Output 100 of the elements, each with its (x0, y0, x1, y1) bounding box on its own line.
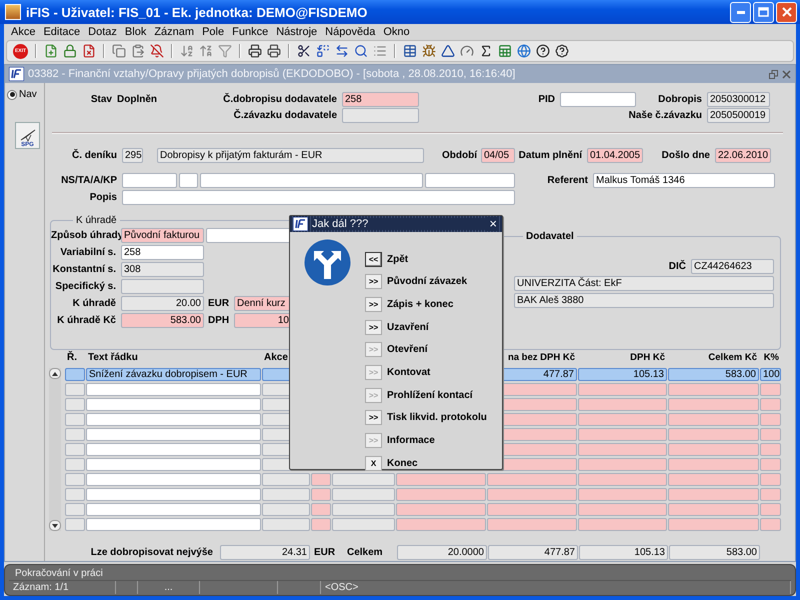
action-button[interactable]: >> (365, 296, 382, 312)
printer-icon[interactable] (248, 44, 262, 58)
swap-icon[interactable] (335, 44, 349, 58)
input-field[interactable]: 2050500019 (707, 108, 770, 123)
table-cell[interactable] (311, 518, 331, 531)
sort-ascending-icon[interactable] (180, 44, 194, 58)
table-cell[interactable] (668, 383, 759, 396)
table-cell[interactable] (262, 488, 310, 501)
scroll-down-icon[interactable] (49, 520, 61, 531)
table-cell[interactable] (396, 518, 486, 531)
table-cell[interactable] (65, 428, 85, 441)
action-button[interactable]: >> (365, 274, 382, 290)
minimize-button[interactable] (730, 2, 751, 22)
input-field[interactable]: 295 (122, 148, 143, 163)
table-cell[interactable] (760, 473, 781, 486)
table-cell[interactable] (668, 443, 759, 456)
table-cell[interactable] (668, 428, 759, 441)
printer-icon[interactable] (267, 44, 281, 58)
action-button[interactable]: >> (365, 410, 382, 426)
input-field[interactable]: 2050300012 (707, 92, 770, 107)
input-field[interactable]: 24.31 (220, 545, 310, 560)
table-cell[interactable] (86, 383, 261, 396)
input-field[interactable]: 20.00 (121, 296, 204, 311)
table-cell[interactable] (760, 398, 781, 411)
maximize-button[interactable] (753, 2, 774, 22)
input-field[interactable]: 308 (121, 262, 204, 277)
replace-icon[interactable] (316, 44, 330, 58)
copy-icon[interactable] (112, 44, 126, 58)
table-cell[interactable] (332, 473, 395, 486)
table-cell[interactable] (487, 473, 577, 486)
input-field[interactable] (200, 173, 423, 188)
input-field[interactable]: 258 (121, 245, 204, 260)
filter-icon[interactable] (218, 44, 232, 58)
action-button[interactable]: >> (365, 320, 382, 335)
input-field[interactable]: 583.00 (121, 313, 204, 328)
table-cell[interactable] (396, 473, 486, 486)
help-icon[interactable] (536, 44, 550, 58)
input-field[interactable]: Dobropisy k přijatým fakturám - EUR (157, 148, 424, 163)
table-cell[interactable] (668, 473, 759, 486)
input-field[interactable]: BAK Aleš 3880 (514, 293, 774, 308)
table-icon[interactable] (403, 44, 417, 58)
list-icon[interactable] (373, 44, 387, 58)
input-field[interactable]: 258 (342, 92, 419, 107)
table-cell[interactable] (668, 488, 759, 501)
table-cell[interactable] (332, 518, 395, 531)
input-field[interactable]: UNIVERZITA Část: EkF (514, 276, 774, 291)
action-button[interactable]: X (365, 456, 382, 471)
table-cell[interactable] (65, 473, 85, 486)
input-field[interactable]: 22.06.2010 (715, 148, 771, 163)
table-cell[interactable] (65, 488, 85, 501)
table-cell[interactable] (578, 443, 667, 456)
input-field[interactable] (179, 173, 198, 188)
menu-item[interactable]: Nástroje (272, 26, 322, 38)
triangle-icon[interactable] (441, 44, 455, 58)
table-cell[interactable] (487, 518, 577, 531)
table-cell[interactable] (65, 413, 85, 426)
input-field[interactable]: Malkus Tomáš 1346 (593, 173, 775, 188)
restore-icon[interactable] (769, 70, 778, 78)
table-cell[interactable] (668, 458, 759, 471)
table-cell[interactable] (262, 503, 310, 516)
table-cell[interactable] (332, 503, 395, 516)
table-cell[interactable] (668, 398, 759, 411)
spreadsheet-icon[interactable] (498, 44, 512, 58)
input-field[interactable]: Denní kurz (234, 296, 292, 311)
delete-record-icon[interactable] (82, 44, 96, 58)
scissors-icon[interactable] (297, 44, 311, 58)
table-cell[interactable] (396, 488, 486, 501)
table-cell[interactable]: 583.00 (668, 368, 759, 381)
table-cell[interactable] (65, 503, 85, 516)
insert-record-icon[interactable] (44, 44, 58, 58)
table-cell[interactable] (86, 473, 261, 486)
input-field[interactable] (342, 108, 419, 123)
menu-item[interactable]: Blok (120, 26, 150, 38)
lock-icon[interactable] (63, 44, 77, 58)
paste-icon[interactable] (131, 44, 145, 58)
input-field[interactable]: 583.00 (669, 545, 760, 560)
nav-radio[interactable]: Nav (7, 89, 37, 100)
menu-item[interactable]: Pole (198, 26, 228, 38)
table-cell[interactable] (487, 503, 577, 516)
sum-icon[interactable] (479, 44, 493, 58)
input-field[interactable]: 20.0000 (397, 545, 487, 560)
input-field[interactable] (425, 173, 515, 188)
table-cell[interactable] (262, 473, 310, 486)
table-cell[interactable] (578, 473, 667, 486)
table-cell[interactable] (311, 503, 331, 516)
table-cell[interactable] (86, 488, 261, 501)
table-cell[interactable] (760, 488, 781, 501)
search-icon[interactable] (354, 44, 368, 58)
menu-item[interactable]: Záznam (150, 26, 198, 38)
input-field[interactable]: 04/05 (481, 148, 515, 163)
table-cell[interactable] (668, 413, 759, 426)
table-cell[interactable]: Snížení závazku dobropisem - EUR (86, 368, 261, 381)
table-cell[interactable] (668, 518, 759, 531)
input-field[interactable]: 105.13 (579, 545, 668, 560)
bug-icon[interactable] (422, 44, 436, 58)
gauge-icon[interactable] (460, 44, 474, 58)
table-cell[interactable] (578, 413, 667, 426)
scroll-up-icon[interactable] (49, 368, 61, 379)
table-cell[interactable] (65, 518, 85, 531)
table-cell[interactable] (578, 458, 667, 471)
